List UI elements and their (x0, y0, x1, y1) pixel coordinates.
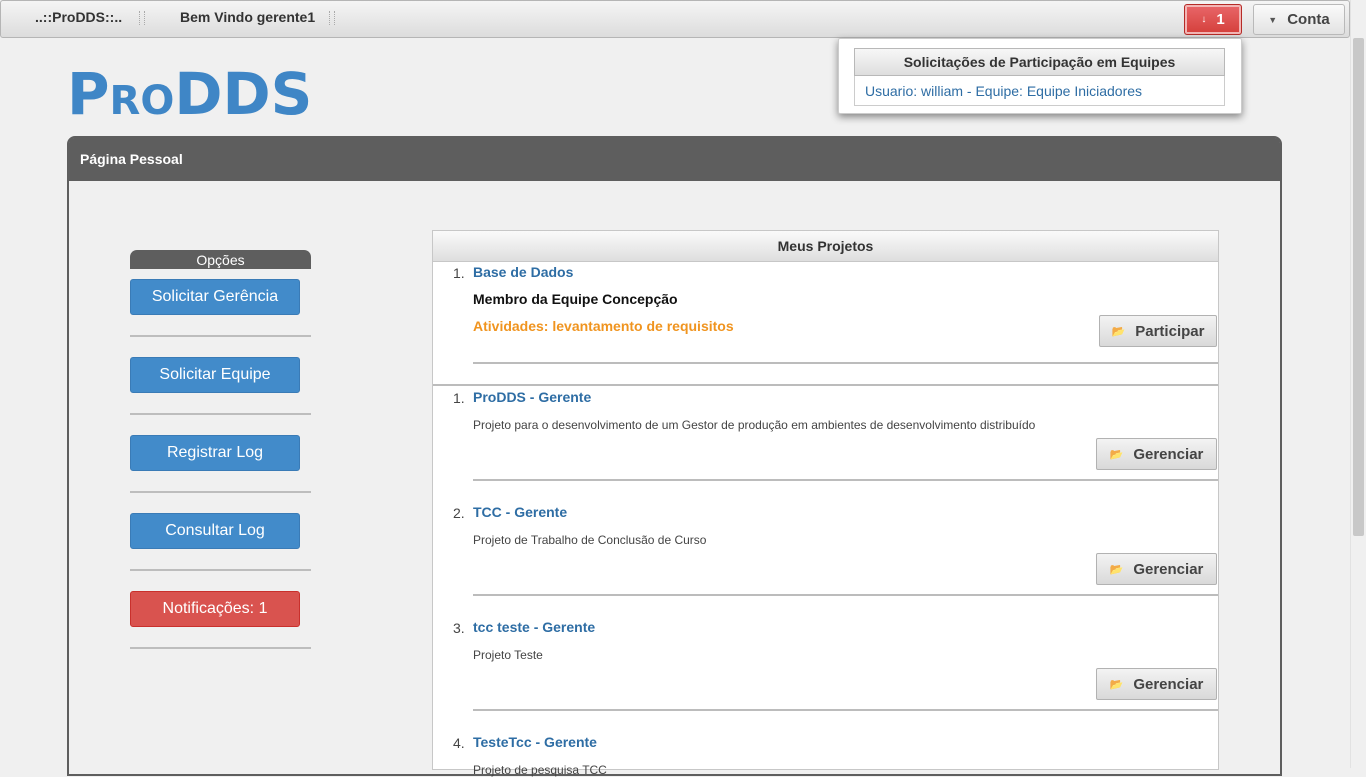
proDDS-logo: PRODDS (67, 60, 312, 128)
arrow-down-icon: ↓ (1201, 14, 1207, 25)
account-button[interactable]: ▼ Conta (1253, 4, 1345, 35)
divider (130, 569, 311, 571)
manage-label: Gerenciar (1133, 560, 1204, 578)
participate-label: Participar (1135, 322, 1205, 340)
my-projects-box: Meus Projetos 1. Base de Dados Membro da… (432, 230, 1219, 777)
project-description: Projeto de pesquisa TCC (473, 763, 607, 777)
list-number: 1. (453, 390, 465, 406)
project-title-link[interactable]: ProDDS - Gerente (473, 389, 591, 405)
manage-label: Gerenciar (1133, 445, 1204, 463)
divider (473, 479, 1218, 481)
notifications-dropdown: Solicitações de Participação em Equipes … (838, 38, 1242, 114)
project-title-link[interactable]: Base de Dados (473, 264, 573, 280)
navbar-divider (329, 11, 335, 25)
request-management-button[interactable]: Solicitar Gerência (130, 279, 300, 315)
request-team-button[interactable]: Solicitar Equipe (130, 357, 300, 393)
activities-text: Atividades: levantamento de requisitos (473, 318, 734, 334)
brand-link[interactable]: ..::ProDDS::.. (35, 9, 122, 25)
divider (473, 709, 1218, 711)
logo-letters-small: RO (109, 78, 175, 124)
register-log-button[interactable]: Registrar Log (130, 435, 300, 471)
divider (130, 491, 311, 493)
dropdown-title: Solicitações de Participação em Equipes (854, 48, 1225, 76)
view-log-button[interactable]: Consultar Log (130, 513, 300, 549)
folder-open-icon: 📂 (1111, 325, 1126, 338)
manage-label: Gerenciar (1133, 675, 1204, 693)
folder-open-icon: 📂 (1109, 563, 1124, 576)
list-number: 4. (453, 735, 465, 751)
project-description: Projeto de Trabalho de Conclusão de Curs… (473, 533, 707, 547)
manage-button[interactable]: 📂 Gerenciar (1096, 668, 1217, 700)
participation-request-link[interactable]: Usuario: william - Equipe: Equipe Inicia… (854, 76, 1225, 106)
account-label: Conta (1287, 11, 1330, 28)
top-navbar: ..::ProDDS::.. Bem Vindo gerente1 (0, 0, 1350, 38)
panel-title: Página Pessoal (69, 138, 1280, 181)
participate-button[interactable]: 📂 Participar (1099, 315, 1217, 347)
section-divider (433, 384, 1218, 386)
divider (473, 594, 1218, 596)
folder-open-icon: 📂 (1109, 448, 1124, 461)
logo-letter: P (67, 60, 110, 128)
logo-letters: DDS (174, 60, 313, 128)
manage-button[interactable]: 📂 Gerenciar (1096, 553, 1217, 585)
vertical-scrollbar[interactable] (1350, 0, 1366, 768)
project-description: Projeto para o desenvolvimento de um Ges… (473, 418, 1036, 432)
my-projects-heading: Meus Projetos (433, 231, 1218, 262)
navbar-divider (139, 11, 145, 25)
project-title-link[interactable]: TesteTcc - Gerente (473, 734, 597, 750)
chevron-down-icon: ▼ (1268, 14, 1278, 25)
divider (130, 647, 311, 649)
project-description: Projeto Teste (473, 648, 543, 662)
options-heading: Opções (130, 250, 311, 269)
welcome-text: Bem Vindo gerente1 (180, 9, 316, 25)
notifications-button[interactable]: ↓ 1 (1184, 4, 1242, 35)
notifications-count: 1 (1216, 11, 1225, 28)
notifications-sidebar-button[interactable]: Notificações: 1 (130, 591, 300, 627)
divider (473, 362, 1218, 364)
divider (130, 335, 311, 337)
list-number: 2. (453, 505, 465, 521)
project-title-link[interactable]: tcc teste - Gerente (473, 619, 595, 635)
divider (130, 413, 311, 415)
team-role: Membro da Equipe Concepção (473, 291, 678, 307)
scrollbar-thumb[interactable] (1353, 38, 1364, 536)
list-number: 3. (453, 620, 465, 636)
project-title-link[interactable]: TCC - Gerente (473, 504, 567, 520)
manage-button[interactable]: 📂 Gerenciar (1096, 438, 1217, 470)
folder-open-icon: 📂 (1109, 678, 1124, 691)
list-number: 1. (453, 265, 465, 281)
